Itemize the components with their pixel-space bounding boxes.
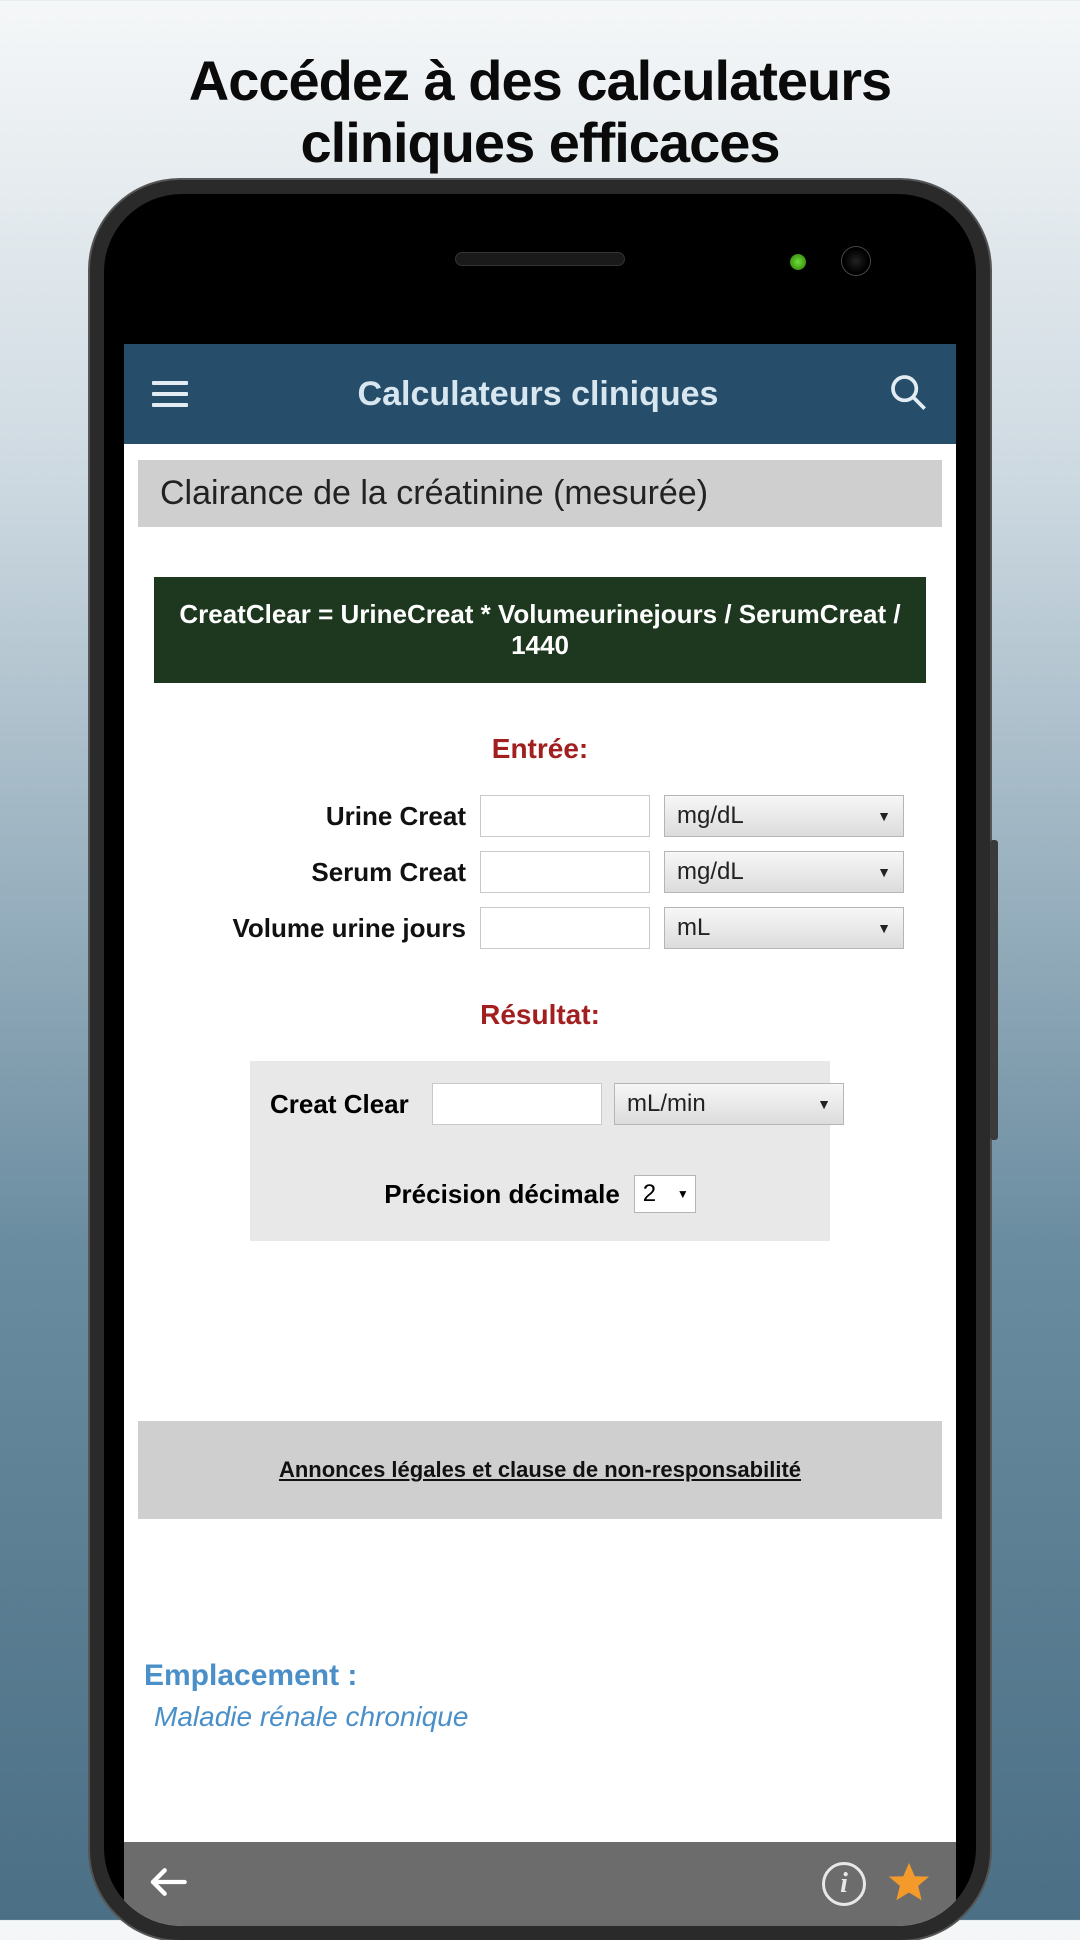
header-title: Calculateurs cliniques	[188, 375, 888, 414]
serum-creat-unit-select[interactable]: mg/dL	[664, 851, 904, 893]
phone-inner: Calculateurs cliniques Clairance de la c…	[104, 194, 976, 1926]
formula-display: CreatClear = UrineCreat * Volumeurinejou…	[154, 577, 926, 683]
field-row-urine-creat: Urine Creat mg/dL	[124, 795, 956, 837]
back-icon[interactable]	[148, 1862, 188, 1907]
result-box: Creat Clear mL/min Précision décimale 2	[250, 1061, 830, 1241]
precision-label: Précision décimale	[384, 1179, 620, 1210]
unit-value: mL/min	[627, 1090, 706, 1118]
unit-value: mg/dL	[677, 858, 744, 886]
urine-creat-input[interactable]	[480, 795, 650, 837]
field-label: Volume urine jours	[176, 913, 466, 944]
content-area: Clairance de la créatinine (mesurée) Cre…	[124, 444, 956, 1842]
precision-value: 2	[643, 1180, 656, 1208]
promo-title: Accédez à des calculateurs cliniques eff…	[0, 0, 1080, 203]
unit-value: mg/dL	[677, 802, 744, 830]
legal-disclaimer-box: Annonces légales et clause de non-respon…	[138, 1421, 942, 1519]
precision-row: Précision décimale 2	[270, 1175, 810, 1213]
field-label: Serum Creat	[176, 857, 466, 888]
urine-creat-unit-select[interactable]: mg/dL	[664, 795, 904, 837]
app-header: Calculateurs cliniques	[124, 344, 956, 444]
promo-line1: Accédez à des calculateurs	[189, 49, 891, 112]
calculator-title: Clairance de la créatinine (mesurée)	[138, 460, 942, 527]
promo-line2: cliniques efficaces	[300, 111, 779, 174]
phone-speaker	[455, 252, 625, 266]
result-field-label: Creat Clear	[270, 1089, 420, 1120]
volume-urine-unit-select[interactable]: mL	[664, 907, 904, 949]
favorite-star-icon[interactable]	[886, 1859, 932, 1910]
field-label: Urine Creat	[176, 801, 466, 832]
field-row-volume-urine: Volume urine jours mL	[124, 907, 956, 949]
serum-creat-input[interactable]	[480, 851, 650, 893]
result-output	[432, 1083, 602, 1125]
app-screen: Calculateurs cliniques Clairance de la c…	[124, 344, 956, 1926]
phone-side-button	[990, 840, 998, 1140]
result-heading: Résultat:	[124, 999, 956, 1031]
menu-icon[interactable]	[152, 381, 188, 407]
result-row: Creat Clear mL/min	[270, 1083, 810, 1125]
result-unit-select[interactable]: mL/min	[614, 1083, 844, 1125]
info-icon[interactable]: i	[822, 1862, 866, 1906]
location-heading: Emplacement :	[144, 1659, 956, 1693]
location-link[interactable]: Maladie rénale chronique	[154, 1701, 956, 1733]
phone-frame: Calculateurs cliniques Clairance de la c…	[90, 180, 990, 1940]
field-row-serum-creat: Serum Creat mg/dL	[124, 851, 956, 893]
volume-urine-input[interactable]	[480, 907, 650, 949]
phone-sensor-led	[790, 254, 806, 270]
entry-heading: Entrée:	[124, 733, 956, 765]
phone-camera	[841, 246, 871, 276]
search-icon[interactable]	[888, 372, 928, 417]
footer-bar: i	[124, 1842, 956, 1926]
unit-value: mL	[677, 914, 710, 942]
legal-link[interactable]: Annonces légales et clause de non-respon…	[279, 1457, 801, 1482]
precision-select[interactable]: 2	[634, 1175, 696, 1213]
